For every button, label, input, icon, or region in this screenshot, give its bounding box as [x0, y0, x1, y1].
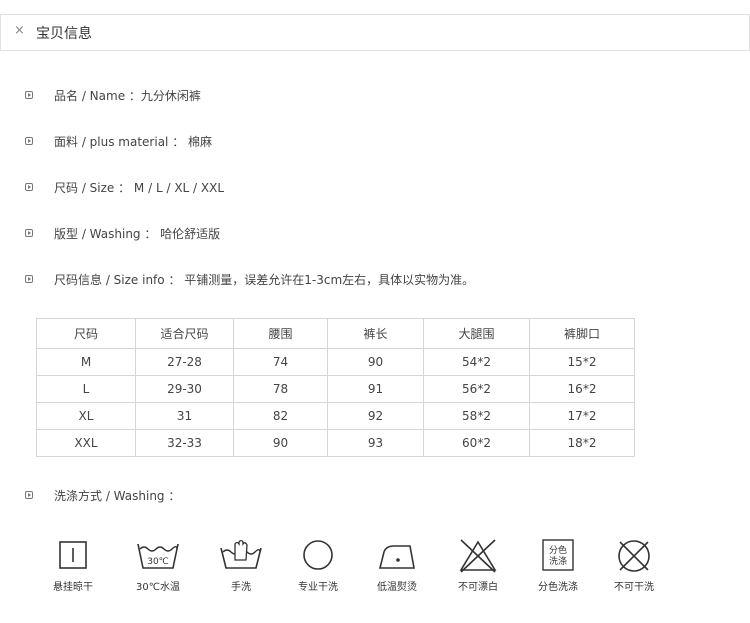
- info-text: 尺码 / Size ： M / L / XL / XXL: [54, 181, 225, 195]
- table-cell: 92: [327, 402, 424, 430]
- info-text: 洗涤方式 / Washing ：: [54, 489, 181, 503]
- table-cell: 58*2: [423, 402, 530, 430]
- table-cell: 27-28: [135, 348, 234, 376]
- table-cell: M: [36, 348, 136, 376]
- hang-dry-icon: [59, 541, 87, 569]
- no-bleach-item: 不可漂白: [438, 538, 518, 593]
- table-cell: XL: [36, 402, 136, 430]
- box-text-line2: 洗涤: [549, 555, 567, 567]
- table-cell: 74: [233, 348, 328, 376]
- close-icon[interactable]: ×: [14, 23, 25, 38]
- wash-30-icon: 30℃: [137, 543, 179, 569]
- info-text: 品名 / Name ：九分休闲裤: [54, 89, 201, 103]
- table-cell: 29-30: [135, 375, 234, 403]
- table-cell: 15*2: [529, 348, 635, 376]
- iron-low-icon: [378, 545, 415, 569]
- table-cell: 91: [327, 375, 424, 403]
- wash-30-item: 30℃ 30℃水温: [118, 538, 198, 593]
- table-header-cell: 裤长: [327, 318, 424, 349]
- box-text-line1: 分色: [549, 544, 567, 556]
- table-row: M 27-28 74 90 54*2 15*2: [36, 348, 635, 376]
- hang-dry-item: 悬挂晾干: [33, 538, 113, 593]
- bullet-icon: [25, 491, 33, 499]
- size-table: 尺码 适合尺码 腰围 裤长 大腿围 裤脚口 M 27-28 74 90 54*2…: [36, 318, 635, 457]
- table-header-cell: 裤脚口: [529, 318, 635, 349]
- section-header: × 宝贝信息: [0, 14, 750, 51]
- table-header-row: 尺码 适合尺码 腰围 裤长 大腿围 裤脚口: [36, 318, 635, 349]
- no-dry-clean-icon: [618, 540, 650, 572]
- table-cell: 90: [233, 429, 328, 457]
- table-cell: 16*2: [529, 375, 635, 403]
- bullet-icon: [25, 229, 33, 237]
- bullet-icon: [25, 183, 33, 191]
- care-label: 专业干洗: [298, 582, 338, 593]
- iron-low-item: 低温熨烫: [357, 538, 437, 593]
- table-row: L 29-30 78 91 56*2 16*2: [36, 375, 635, 403]
- care-label: 悬挂晾干: [53, 582, 93, 593]
- care-label: 低温熨烫: [377, 582, 417, 593]
- table-row: XXL 32-33 90 93 60*2 18*2: [36, 429, 635, 457]
- info-text: 面料 / plus material ： 棉麻: [54, 135, 213, 149]
- dry-clean-item: 专业干洗: [278, 538, 358, 593]
- table-header-cell: 腰围: [233, 318, 328, 349]
- table-header-cell: 尺码: [36, 318, 136, 349]
- table-cell: 90: [327, 348, 424, 376]
- table-cell: 17*2: [529, 402, 635, 430]
- no-dry-clean-item: 不可干洗: [594, 538, 674, 593]
- hand-wash-icon: [220, 539, 262, 569]
- hand-wash-item: 手洗: [201, 538, 281, 593]
- wash-separately-icon: 分色 洗涤: [542, 539, 574, 571]
- care-label: 不可漂白: [458, 582, 498, 593]
- bullet-icon: [25, 91, 33, 99]
- table-cell: L: [36, 375, 136, 403]
- table-row: XL 31 82 92 58*2 17*2: [36, 402, 635, 430]
- table-cell: 18*2: [529, 429, 635, 457]
- table-cell: 60*2: [423, 429, 530, 457]
- table-header-cell: 适合尺码: [135, 318, 234, 349]
- wash-separately-item: 分色 洗涤 分色洗涤: [518, 538, 598, 593]
- bullet-icon: [25, 275, 33, 283]
- wash-temp-text: 30℃: [147, 557, 169, 567]
- table-cell: 78: [233, 375, 328, 403]
- care-label: 30℃水温: [136, 582, 180, 593]
- table-cell: 82: [233, 402, 328, 430]
- care-label: 不可干洗: [614, 582, 654, 593]
- info-text: 尺码信息 / Size info ： 平铺测量，误差允许在1-3cm左右，具体以…: [54, 273, 475, 287]
- table-cell: 31: [135, 402, 234, 430]
- dry-clean-icon: [303, 540, 333, 570]
- info-text: 版型 / Washing ： 哈伦舒适版: [54, 227, 221, 241]
- table-cell: XXL: [36, 429, 136, 457]
- table-cell: 56*2: [423, 375, 530, 403]
- table-cell: 32-33: [135, 429, 234, 457]
- table-cell: 54*2: [423, 348, 530, 376]
- table-header-cell: 大腿围: [423, 318, 530, 349]
- table-cell: 93: [327, 429, 424, 457]
- care-label: 手洗: [231, 582, 251, 593]
- care-label: 分色洗涤: [538, 582, 578, 593]
- section-title: 宝贝信息: [36, 26, 92, 42]
- no-bleach-icon: [459, 539, 497, 573]
- bullet-icon: [25, 137, 33, 145]
